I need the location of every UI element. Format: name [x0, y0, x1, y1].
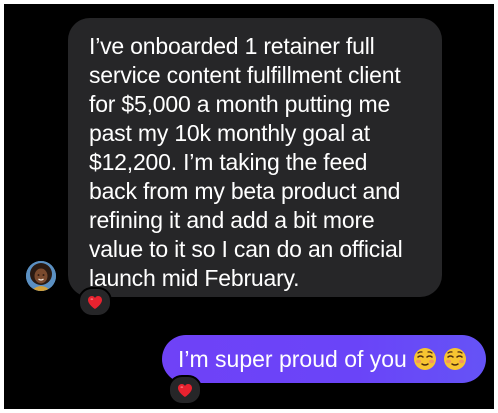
incoming-message-bubble[interactable]: I’ve onboarded 1 retainer full service c…: [68, 18, 442, 297]
incoming-heart-reaction[interactable]: [78, 287, 112, 317]
relieved-face-icon: [443, 347, 467, 371]
chat-thread: I’ve onboarded 1 retainer full service c…: [4, 4, 494, 409]
message-line: for $5,000 a month putting me: [89, 91, 391, 117]
message-line: service content fulfillment client: [89, 62, 401, 88]
message-line: I’ve onboarded 1 retainer full: [89, 33, 375, 59]
message-line: past my 10k monthly goal at: [89, 120, 370, 146]
sender-avatar[interactable]: [26, 261, 56, 291]
message-line: back from my beta product and: [89, 178, 401, 204]
message-line: launch mid February.: [89, 265, 300, 291]
outgoing-message-text: I’m super proud of you: [178, 346, 407, 372]
message-line: refining it and add a bit more: [89, 207, 375, 233]
message-line: $12,200. I’m taking the feed: [89, 149, 368, 175]
avatar-image: [26, 261, 56, 291]
outgoing-heart-reaction[interactable]: [168, 375, 202, 405]
red-heart-icon: [178, 383, 192, 397]
outgoing-message-bubble[interactable]: I’m super proud of you: [162, 335, 486, 383]
red-heart-icon: [88, 295, 102, 309]
message-line: value to it so I can do an official: [89, 236, 403, 262]
relieved-face-icon: [413, 347, 437, 371]
